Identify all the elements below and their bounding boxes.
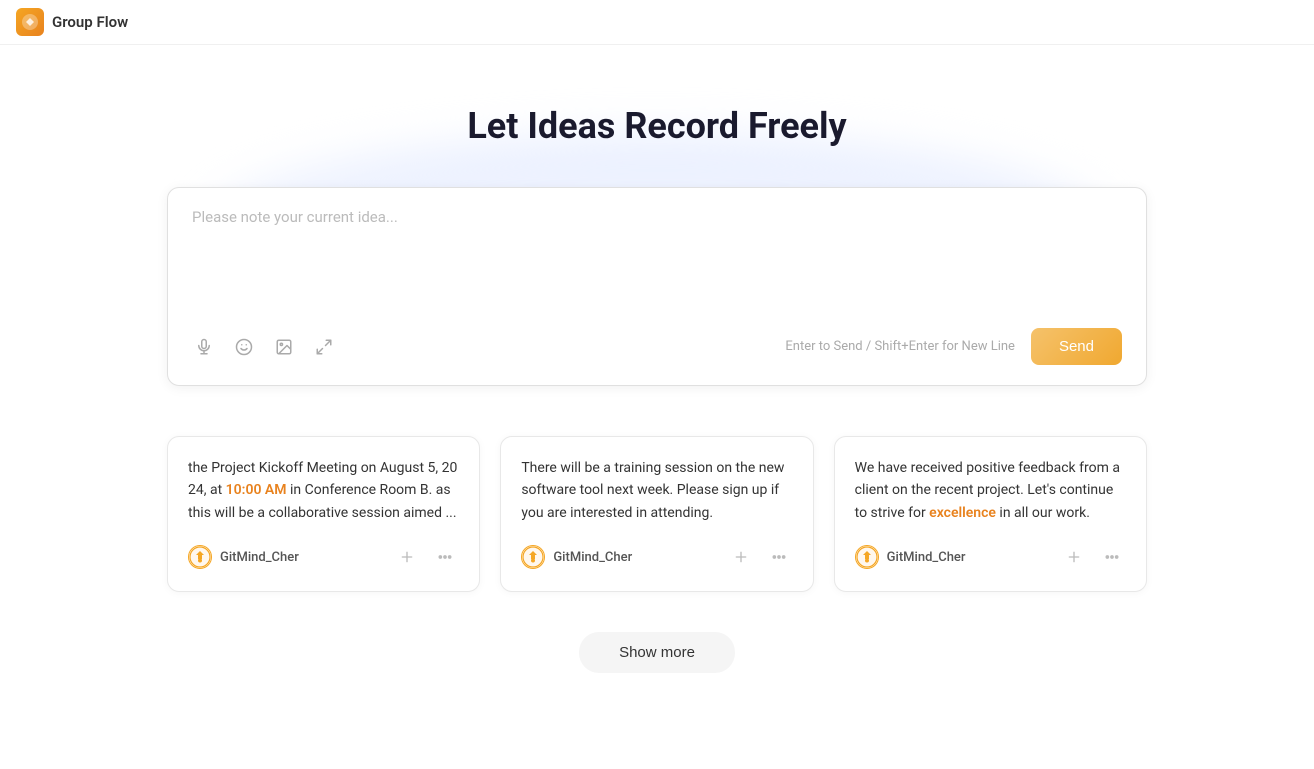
page-title: Let Ideas Record Freely xyxy=(467,105,846,147)
card-pin-3[interactable] xyxy=(1060,543,1088,571)
cards-grid: the Project Kickoff Meeting on August 5,… xyxy=(167,436,1147,592)
send-button[interactable]: Send xyxy=(1031,328,1122,365)
main-content: Let Ideas Record Freely xyxy=(0,45,1314,713)
author-name-2: GitMind_Cher xyxy=(553,550,632,565)
author-name-1: GitMind_Cher xyxy=(220,550,299,565)
idea-card-1: the Project Kickoff Meeting on August 5,… xyxy=(167,436,480,592)
app-name: Group Flow xyxy=(52,13,128,31)
idea-textarea[interactable] xyxy=(192,208,1122,308)
card-more-2[interactable] xyxy=(765,543,793,571)
card-actions-3 xyxy=(1060,543,1126,571)
logo-area: Group Flow xyxy=(16,8,128,36)
card-more-3[interactable] xyxy=(1098,543,1126,571)
card-text-1: the Project Kickoff Meeting on August 5,… xyxy=(188,457,459,527)
input-hint: Enter to Send / Shift+Enter for New Line xyxy=(785,339,1015,354)
emoji-icon[interactable] xyxy=(232,335,256,359)
author-name-3: GitMind_Cher xyxy=(887,550,966,565)
card-pin-1[interactable] xyxy=(393,543,421,571)
card-author-1: GitMind_Cher xyxy=(188,545,299,569)
logo-icon xyxy=(16,8,44,36)
card-author-3: GitMind_Cher xyxy=(855,545,966,569)
image-icon[interactable] xyxy=(272,335,296,359)
card-footer-2: GitMind_Cher xyxy=(521,543,792,571)
author-avatar-1 xyxy=(188,545,212,569)
hero-section: Let Ideas Record Freely xyxy=(20,105,1294,673)
card-author-2: GitMind_Cher xyxy=(521,545,632,569)
header-bar: Group Flow xyxy=(0,0,1314,45)
idea-input-box: Enter to Send / Shift+Enter for New Line… xyxy=(167,187,1147,386)
card-actions-2 xyxy=(727,543,793,571)
input-toolbar: Enter to Send / Shift+Enter for New Line… xyxy=(192,320,1122,365)
show-more-button[interactable]: Show more xyxy=(579,632,735,673)
card-more-1[interactable] xyxy=(431,543,459,571)
author-avatar-3 xyxy=(855,545,879,569)
card-pin-2[interactable] xyxy=(727,543,755,571)
idea-card-3: We have received positive feedback from … xyxy=(834,436,1147,592)
card-text-3: We have received positive feedback from … xyxy=(855,457,1126,527)
card-footer-3: GitMind_Cher xyxy=(855,543,1126,571)
mic-icon[interactable] xyxy=(192,335,216,359)
card-actions-1 xyxy=(393,543,459,571)
expand-icon[interactable] xyxy=(312,335,336,359)
idea-card-2: There will be a training session on the … xyxy=(500,436,813,592)
card-footer-1: GitMind_Cher xyxy=(188,543,459,571)
card-text-2: There will be a training session on the … xyxy=(521,457,792,527)
show-more-container: Show more xyxy=(579,632,735,673)
author-avatar-2 xyxy=(521,545,545,569)
input-icons xyxy=(192,335,336,359)
